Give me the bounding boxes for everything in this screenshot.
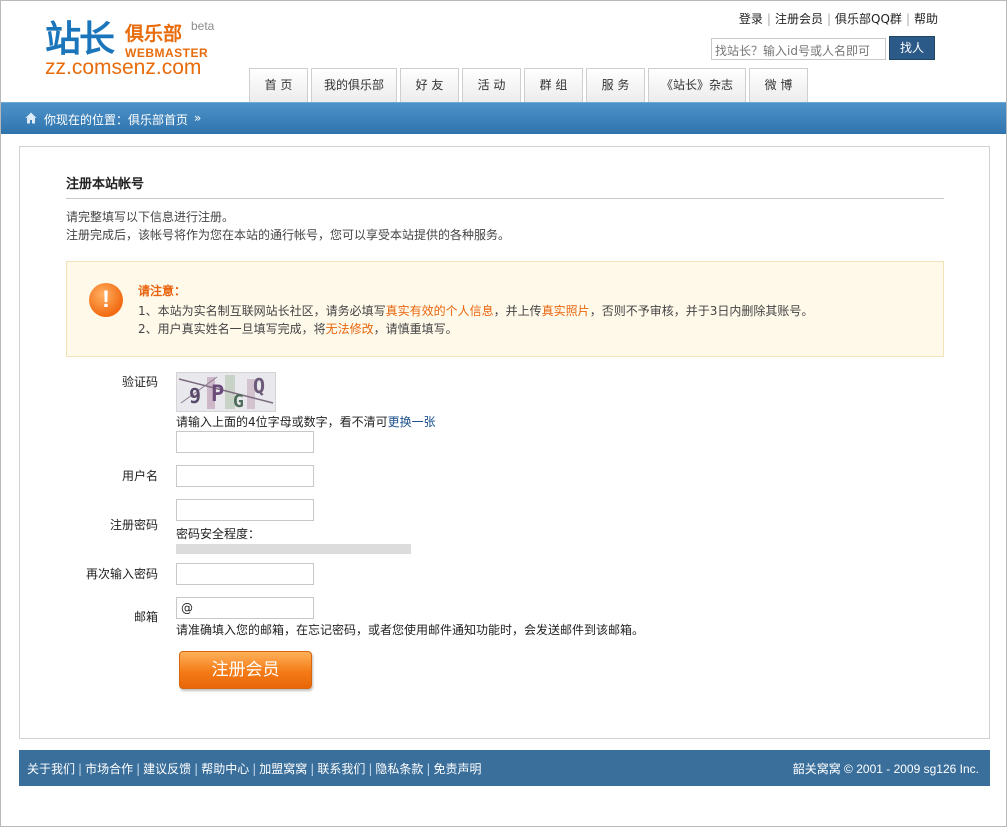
footer-links: 关于我们 | 市场合作 | 建议反馈 | 帮助中心 | 加盟窝窝 | 联系我们 | 隐私条款 | 免责声明 bbox=[27, 760, 481, 777]
password-label: 注册密码 bbox=[109, 518, 158, 532]
tab-friends[interactable]: 好 友 bbox=[400, 68, 459, 102]
footer-link-contact[interactable]: 联系我们 bbox=[317, 762, 365, 776]
logo-beta: beta bbox=[191, 19, 215, 33]
location-bar: 你现在的位置：俱乐部首页 » bbox=[1, 102, 1006, 134]
title-divider bbox=[66, 198, 944, 199]
notice-highlight: 真实有效的个人信息 bbox=[385, 304, 494, 318]
tab-magazine[interactable]: 《站长》杂志 bbox=[648, 68, 746, 102]
tab-services[interactable]: 服 务 bbox=[586, 68, 645, 102]
svg-text:G: G bbox=[233, 391, 244, 412]
footer: 关于我们 | 市场合作 | 建议反馈 | 帮助中心 | 加盟窝窝 | 联系我们 | 隐私条款 | 免责声明 … bbox=[19, 750, 990, 786]
qq-group-link[interactable]: 俱乐部QQ群 bbox=[835, 12, 902, 26]
breadcrumb-arrow: » bbox=[194, 111, 202, 125]
separator: | bbox=[826, 12, 832, 26]
notice-text: 2、用户真实姓名一旦填写完成，将 bbox=[138, 322, 326, 336]
captcha-image[interactable]: 9 P G Q bbox=[176, 372, 276, 412]
footer-link-disclaimer[interactable]: 免责声明 bbox=[433, 762, 481, 776]
captcha-glyphs-icon: 9 P G Q bbox=[177, 373, 275, 412]
main-nav: 首 页 我的俱乐部 好 友 活 动 群 组 服 务 《站长》杂志 微 博 bbox=[249, 68, 808, 102]
separator: | bbox=[426, 762, 431, 776]
home-icon[interactable] bbox=[25, 112, 37, 124]
captcha-refresh-link[interactable]: 更换一张 bbox=[388, 415, 436, 429]
login-link[interactable]: 登录 bbox=[739, 12, 763, 26]
svg-text:Q: Q bbox=[253, 374, 265, 398]
username-label: 用户名 bbox=[121, 469, 158, 483]
svg-text:P: P bbox=[211, 382, 224, 407]
email-input[interactable]: @ bbox=[176, 597, 314, 619]
tab-home[interactable]: 首 页 bbox=[249, 68, 308, 102]
separator: | bbox=[78, 762, 83, 776]
notice-box: ! 请注意： 1、本站为实名制互联网站长社区，请务必填写真实有效的个人信息，并上… bbox=[66, 261, 944, 357]
site-logo[interactable]: 站长 俱乐部 beta WEBMASTER zz.comsenz.com bbox=[45, 19, 235, 81]
svg-text:9: 9 bbox=[189, 384, 201, 408]
email-hint: 请准确填入您的邮箱，在忘记密码，或者您使用邮件通知功能时，会发送邮件到该邮箱。 bbox=[176, 623, 645, 637]
password-confirm-label: 再次输入密码 bbox=[85, 567, 158, 581]
help-link[interactable]: 帮助 bbox=[914, 12, 938, 26]
search-input[interactable]: 找站长？输入id号或人名即可 bbox=[711, 38, 886, 60]
intro-text-2: 注册完成后，该帐号将作为您在本站的通行帐号，您可以享受本站提供的各种服务。 bbox=[66, 228, 511, 242]
footer-link-privacy[interactable]: 隐私条款 bbox=[375, 762, 423, 776]
password-strength-label: 密码安全程度： bbox=[176, 527, 261, 541]
separator: | bbox=[766, 12, 771, 26]
intro-text-1: 请完整填写以下信息进行注册。 bbox=[66, 210, 235, 224]
notice-line-1: 1、本站为实名制互联网站长社区，请务必填写真实有效的个人信息，并上传真实照片，否… bbox=[138, 302, 813, 319]
notice-text: ，请慎重填写。 bbox=[373, 322, 458, 336]
captcha-hint-text: 请输入上面的4位字母或数字，看不清可 bbox=[176, 415, 388, 429]
username-input[interactable] bbox=[176, 465, 314, 487]
captcha-input[interactable] bbox=[176, 431, 314, 453]
top-links: 登录 | 注册会员 | 俱乐部QQ群 | 帮助 bbox=[739, 10, 938, 27]
logo-domain: zz.comsenz.com bbox=[45, 56, 202, 79]
separator: | bbox=[310, 762, 315, 776]
footer-link-help[interactable]: 帮助中心 bbox=[201, 762, 249, 776]
register-button[interactable]: 注册会员 bbox=[179, 651, 312, 689]
logo-chinese: 站长 bbox=[45, 19, 115, 60]
notice-highlight: 真实照片 bbox=[541, 304, 590, 318]
footer-link-market[interactable]: 市场合作 bbox=[85, 762, 133, 776]
password-strength-bar bbox=[176, 544, 411, 554]
notice-text: ，否则不予审核，并于3日内删除其账号。 bbox=[589, 304, 814, 318]
separator: | bbox=[194, 762, 199, 776]
notice-line-2: 2、用户真实姓名一旦填写完成，将无法修改，请慎重填写。 bbox=[138, 320, 458, 337]
logo-club: 俱乐部 bbox=[125, 23, 183, 45]
tab-events[interactable]: 活 动 bbox=[462, 68, 521, 102]
tab-weibo[interactable]: 微 博 bbox=[749, 68, 808, 102]
tab-my-club[interactable]: 我的俱乐部 bbox=[311, 68, 397, 102]
notice-text: ，并上传 bbox=[493, 304, 542, 318]
email-label: 邮箱 bbox=[133, 610, 158, 624]
footer-link-about[interactable]: 关于我们 bbox=[27, 762, 75, 776]
register-panel: 注册本站帐号 请完整填写以下信息进行注册。 注册完成后，该帐号将作为您在本站的通… bbox=[19, 146, 990, 739]
register-link[interactable]: 注册会员 bbox=[775, 12, 823, 26]
password-confirm-input[interactable] bbox=[176, 563, 314, 585]
captcha-hint: 请输入上面的4位字母或数字，看不清可更换一张 bbox=[176, 413, 436, 430]
warning-icon: ! bbox=[89, 283, 123, 317]
breadcrumb[interactable]: 你现在的位置：俱乐部首页 bbox=[44, 111, 188, 128]
separator: | bbox=[136, 762, 141, 776]
separator: | bbox=[905, 12, 910, 26]
page-title: 注册本站帐号 bbox=[66, 177, 145, 192]
copyright: 韶关窝窝 © 2001 - 2009 sg126 Inc. bbox=[792, 762, 979, 776]
tab-groups[interactable]: 群 组 bbox=[524, 68, 583, 102]
notice-title: 请注意： bbox=[138, 284, 187, 298]
separator: | bbox=[252, 762, 257, 776]
separator: | bbox=[368, 762, 373, 776]
search-button[interactable]: 找人 bbox=[889, 36, 935, 60]
captcha-label: 验证码 bbox=[121, 375, 158, 389]
footer-link-feedback[interactable]: 建议反馈 bbox=[143, 762, 191, 776]
notice-text: 1、本站为实名制互联网站长社区，请务必填写 bbox=[138, 304, 386, 318]
footer-link-join[interactable]: 加盟窝窝 bbox=[259, 762, 307, 776]
notice-highlight: 无法修改 bbox=[325, 322, 374, 336]
password-input[interactable] bbox=[176, 499, 314, 521]
